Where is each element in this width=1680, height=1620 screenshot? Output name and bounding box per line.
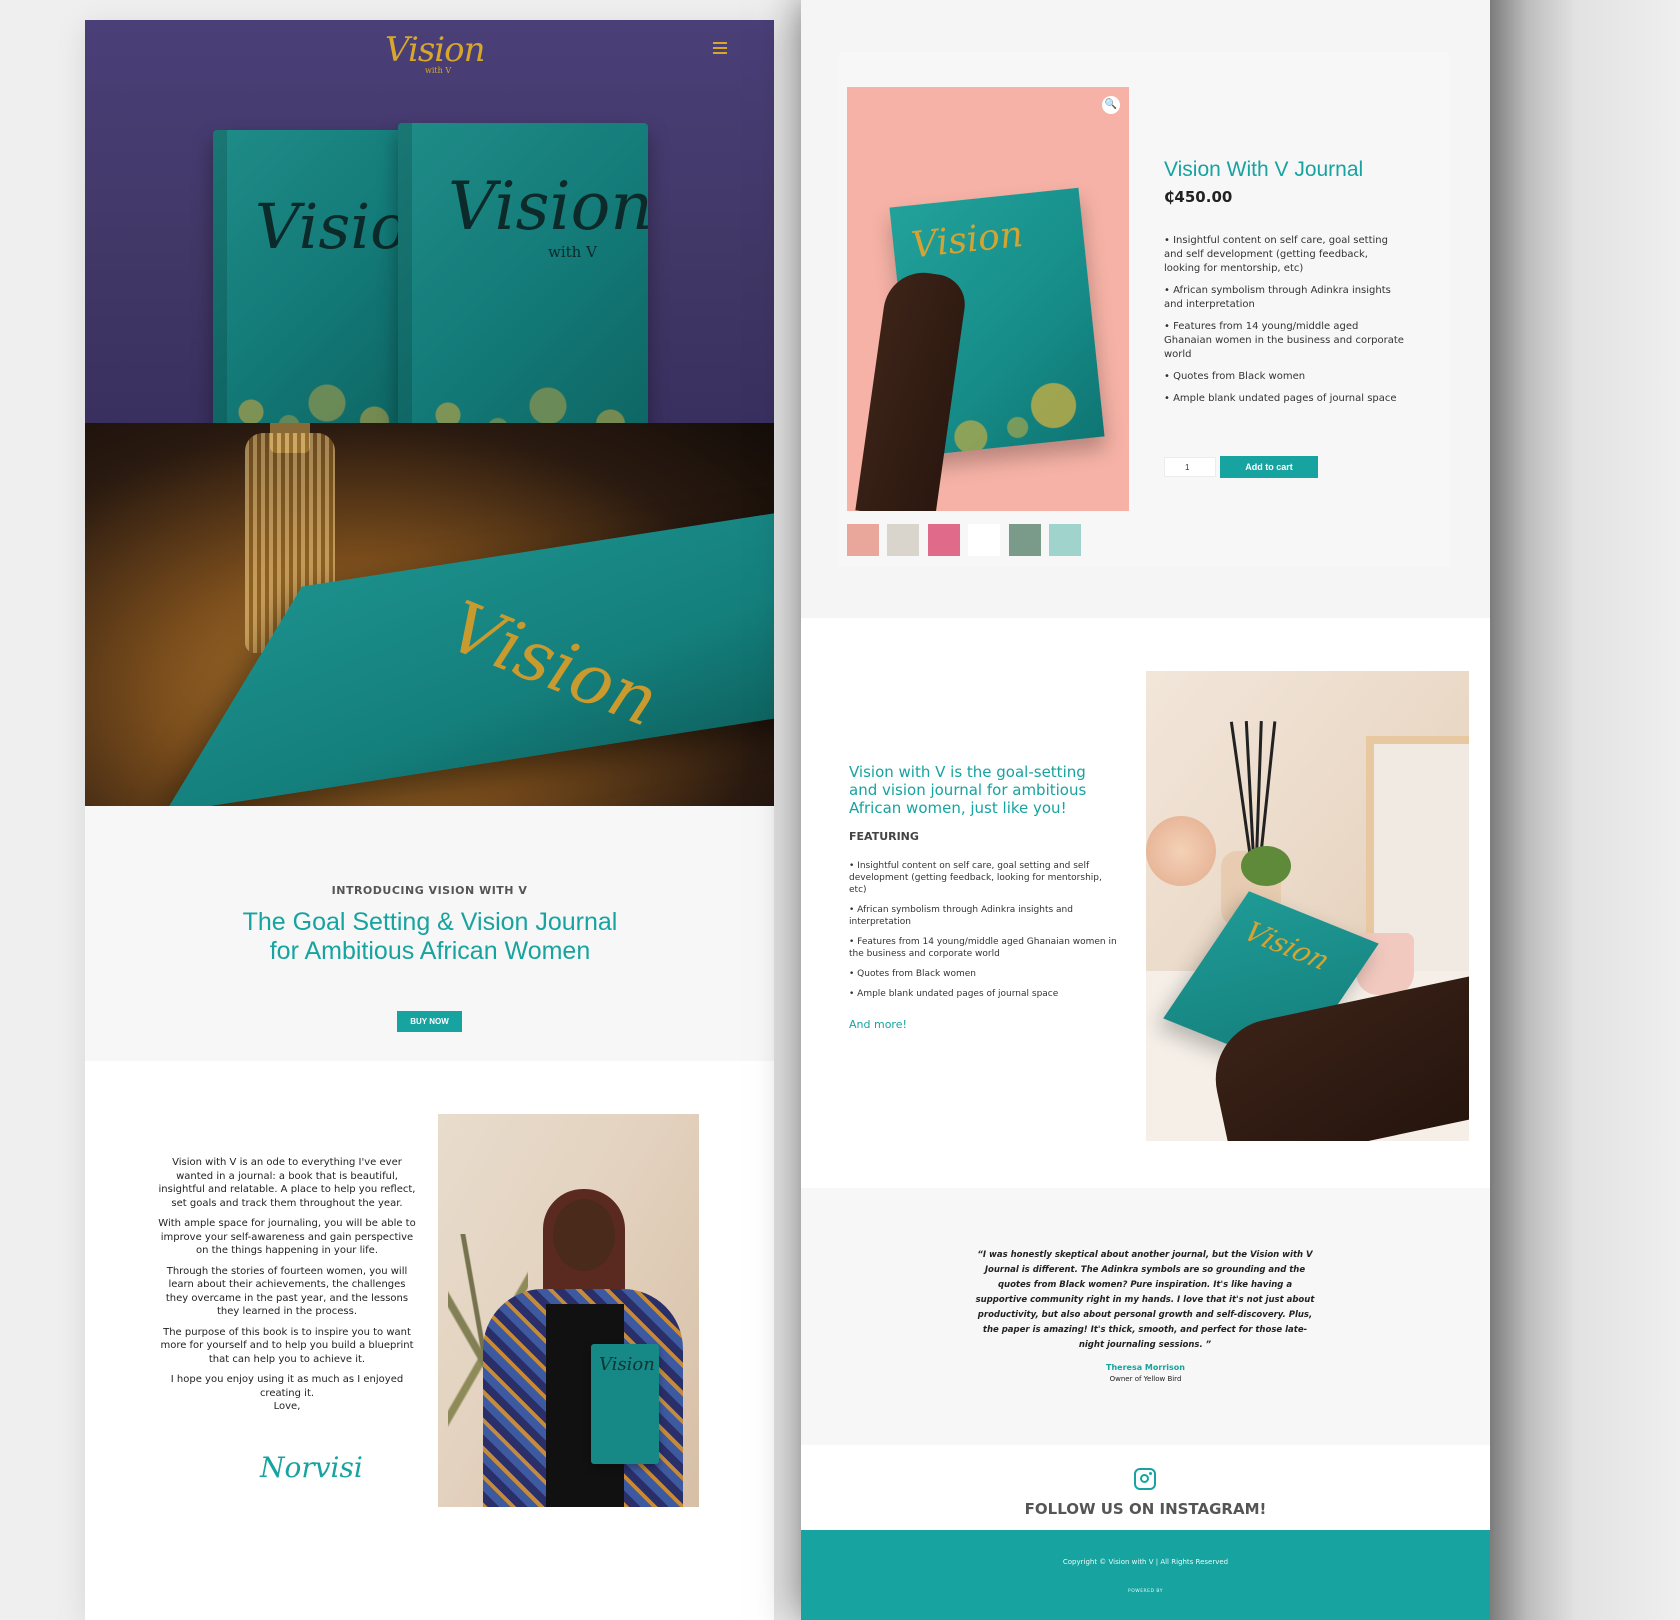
feature-bullet-list: • Insightful content on self care, goal … <box>849 860 1119 1008</box>
journal-book-back: Vision <box>213 130 403 423</box>
testimonial-role: Owner of Yellow Bird <box>1109 1375 1182 1383</box>
product-bullet: • Insightful content on self care, goal … <box>1164 235 1388 274</box>
about-paragraph: Vision with V is an ode to everything I'… <box>158 1157 416 1209</box>
book-cover-title: Vision <box>599 1354 655 1375</box>
intro-title: The Goal Setting & Vision Journal for Am… <box>242 908 618 965</box>
author-signature: Norvisi <box>260 1451 363 1484</box>
product-thumbnail[interactable] <box>887 524 919 556</box>
sign-off: Love, <box>273 1401 301 1412</box>
feature-bullet: • Insightful content on self care, goal … <box>849 861 1102 895</box>
instagram-icon[interactable] <box>1134 1468 1156 1490</box>
book-cover-title: Vision <box>1237 915 1337 977</box>
about-paragraph: I hope you enjoy using it as much as I e… <box>170 1374 404 1399</box>
site-logo[interactable]: Vision with V <box>385 30 486 80</box>
page-shadow <box>1490 0 1680 1620</box>
add-to-cart-button[interactable]: Add to cart <box>1220 456 1318 478</box>
book-cover-title: Vision <box>255 190 403 263</box>
product-bullet: • Features from 14 young/middle aged Gha… <box>1164 321 1404 360</box>
logo-subtitle: with V <box>425 66 452 75</box>
site-footer: Copyright © Vision with V | All Rights R… <box>801 1530 1490 1620</box>
about-text: Vision with V is an ode to everything I'… <box>157 1156 417 1421</box>
held-journal: Vision <box>591 1344 659 1464</box>
buy-now-button[interactable]: BUY NOW <box>397 1011 462 1032</box>
product-bullet: • African symbolism through Adinkra insi… <box>1164 285 1391 310</box>
product-main-image[interactable]: Vision <box>847 87 1129 511</box>
copyright-text: Copyright © Vision with V | All Rights R… <box>1062 1558 1229 1566</box>
book-cover-title: Vision <box>448 168 648 245</box>
product-title: Vision With V Journal <box>1164 158 1364 181</box>
product-bullet-list: • Insightful content on self care, goal … <box>1164 234 1404 414</box>
logo-wordmark: Vision <box>385 30 486 70</box>
lifestyle-photo: Vision <box>1146 671 1469 1141</box>
about-paragraph: With ample space for journaling, you wil… <box>158 1218 416 1256</box>
testimonial-author: Theresa Morrison <box>1106 1363 1185 1372</box>
product-section: Vision 🔍 Vision With V Journal ₵450.00 •… <box>801 0 1490 618</box>
testimonial-quote: “I was honestly skeptical about another … <box>975 1250 1315 1350</box>
landing-page: Vision Vision with V Vision with V Visio… <box>85 20 774 1620</box>
intro-section: INTRODUCING VISION WITH V The Goal Setti… <box>85 806 774 1061</box>
journal-book-front: Vision with V <box>398 123 648 423</box>
product-thumbnail[interactable] <box>847 524 879 556</box>
and-more-link[interactable]: And more! <box>849 1018 907 1031</box>
hero-photo-journal-on-table: Vision <box>85 423 774 806</box>
feature-title: Vision with V is the goal-setting and vi… <box>849 763 1087 817</box>
zoom-magnifier-icon[interactable]: 🔍 <box>1102 96 1120 114</box>
product-bullet: • Ample blank undated pages of journal s… <box>1164 393 1397 404</box>
feature-bullet: • Ample blank undated pages of journal s… <box>849 989 1059 999</box>
feature-bullet: • African symbolism through Adinkra insi… <box>849 905 1073 927</box>
about-paragraph: The purpose of this book is to inspire y… <box>160 1326 414 1365</box>
book-cover-title: Vision <box>909 213 1025 267</box>
author-portrait: Vision <box>438 1114 699 1507</box>
powered-by-text: POWERED BY <box>1127 1589 1163 1594</box>
book-cover-subtitle: with V <box>548 243 597 261</box>
feature-bullet: • Quotes from Black women <box>849 969 976 979</box>
feature-bullet: • Features from 14 young/middle aged Gha… <box>849 937 1117 959</box>
hero-banner: Vision Vision with V Vision with V <box>85 20 774 423</box>
hamburger-menu-icon[interactable] <box>713 42 727 54</box>
instagram-section: FOLLOW US ON INSTAGRAM! <box>801 1445 1490 1530</box>
product-bullet: • Quotes from Black women <box>1164 371 1306 382</box>
about-paragraph: Through the stories of fourteen women, y… <box>165 1265 409 1318</box>
testimonial-section: “I was honestly skeptical about another … <box>801 1188 1490 1445</box>
product-price: ₵450.00 <box>1164 188 1233 206</box>
product-thumbnail[interactable] <box>928 524 960 556</box>
feature-section: Vision with V is the goal-setting and vi… <box>801 618 1490 1188</box>
intro-kicker: INTRODUCING VISION WITH V <box>331 884 528 897</box>
quantity-input[interactable] <box>1164 457 1216 477</box>
product-thumbnail[interactable] <box>1009 524 1041 556</box>
instagram-follow-link[interactable]: FOLLOW US ON INSTAGRAM! <box>801 1500 1490 1518</box>
featuring-label: FEATURING <box>849 830 919 843</box>
product-thumbnail[interactable] <box>1049 524 1081 556</box>
about-section: Vision with V is an ode to everything I'… <box>85 1061 774 1561</box>
product-thumbnail[interactable] <box>968 524 1000 556</box>
product-page: Vision 🔍 Vision With V Journal ₵450.00 •… <box>801 0 1490 1620</box>
